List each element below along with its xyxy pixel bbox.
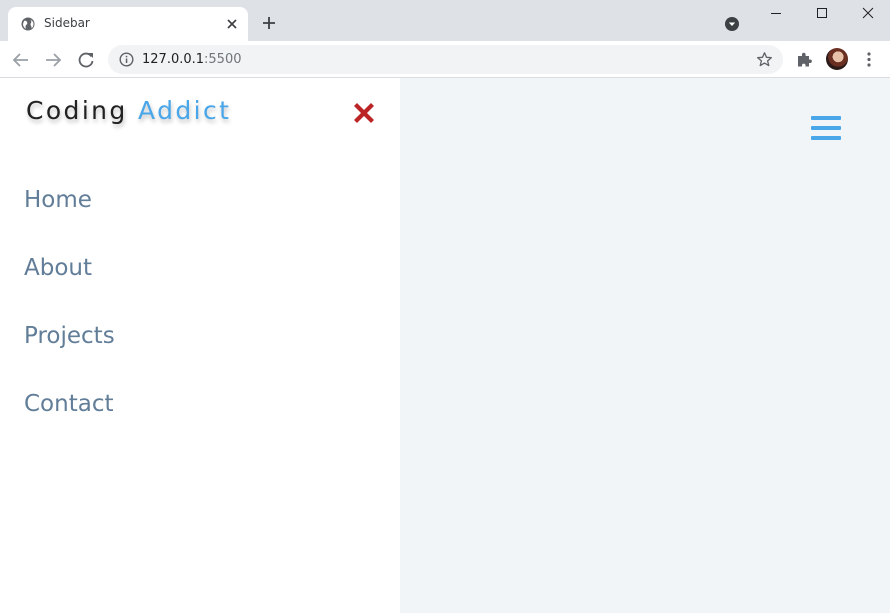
site-info-icon[interactable]	[119, 52, 134, 67]
hamburger-menu-icon[interactable]	[811, 115, 841, 143]
sidebar: Coding Addict Home About Projects Contac…	[0, 78, 400, 613]
close-sidebar-icon[interactable]	[352, 101, 376, 125]
sidebar-link-projects[interactable]: Projects	[0, 300, 400, 368]
url-host: 127.0.0.1	[142, 52, 205, 67]
browser-toolbar: 127.0.0.1:5500	[0, 41, 890, 78]
profile-avatar[interactable]	[826, 48, 848, 70]
url-port: :5500	[204, 52, 242, 67]
sidebar-link-about[interactable]: About	[0, 232, 400, 300]
bookmark-star-icon[interactable]	[756, 51, 773, 68]
hamburger-bar	[811, 136, 841, 140]
page-content: Coding Addict Home About Projects Contac…	[0, 78, 890, 613]
tab-title: Sidebar	[44, 16, 90, 30]
more-menu-icon[interactable]	[862, 51, 876, 68]
sidebar-link-contact[interactable]: Contact	[0, 368, 400, 436]
browser-titlebar: Sidebar	[0, 0, 890, 41]
close-tab-icon[interactable]	[225, 17, 239, 31]
logo-part1: Coding	[26, 96, 128, 125]
hamburger-bar	[811, 116, 841, 120]
logo: Coding Addict	[26, 96, 231, 125]
sidebar-links: Home About Projects Contact	[0, 164, 400, 436]
forward-arrow-icon[interactable]	[43, 50, 63, 70]
extensions-puzzle-icon[interactable]	[796, 51, 813, 68]
tab-search-icon[interactable]	[724, 16, 740, 32]
minimize-icon[interactable]	[753, 0, 799, 28]
address-bar[interactable]: 127.0.0.1:5500	[108, 45, 783, 74]
globe-icon	[21, 17, 35, 31]
back-arrow-icon[interactable]	[11, 50, 31, 70]
maximize-icon[interactable]	[799, 0, 845, 28]
reload-icon[interactable]	[76, 50, 96, 70]
logo-part2: Addict	[138, 96, 232, 125]
browser-tab[interactable]: Sidebar	[8, 7, 248, 41]
hamburger-bar	[811, 126, 841, 130]
url-text[interactable]: 127.0.0.1:5500	[142, 52, 242, 67]
window-close-icon[interactable]	[845, 0, 890, 28]
sidebar-link-home[interactable]: Home	[0, 164, 400, 232]
new-tab-icon[interactable]	[261, 15, 277, 31]
